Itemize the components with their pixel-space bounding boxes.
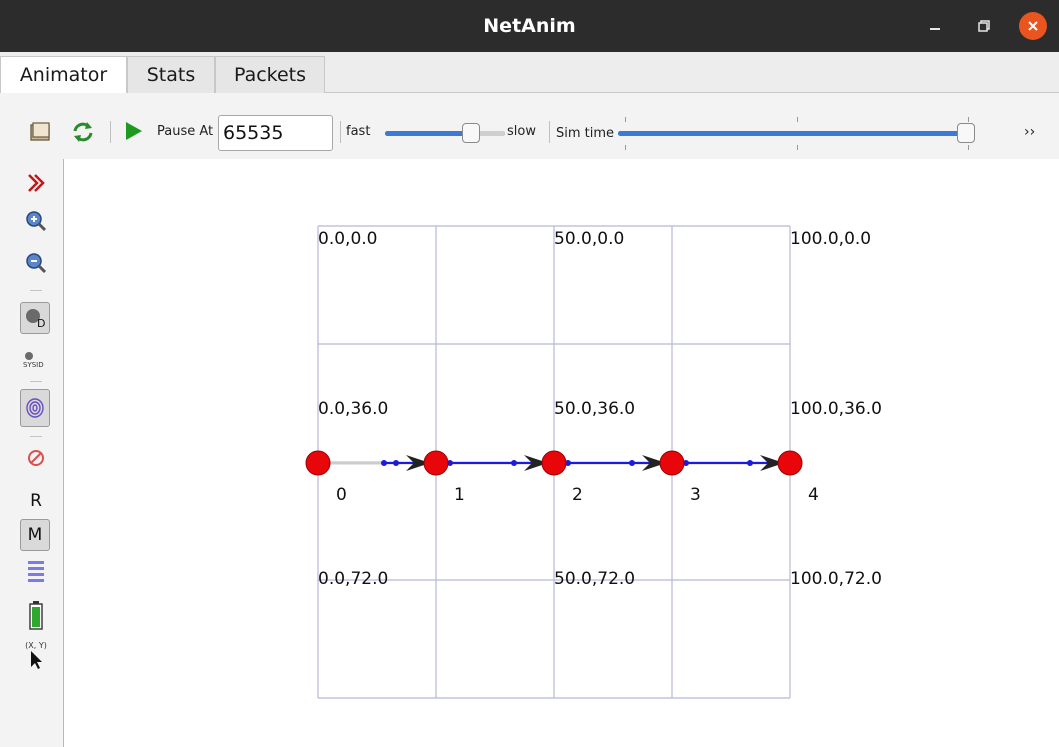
node-label: 2 [572, 485, 583, 505]
double-chevron-right-icon [28, 174, 45, 192]
title-bar: NetAnim [0, 0, 1059, 52]
minimize-icon [930, 28, 940, 30]
fast-label: fast [346, 124, 371, 139]
speed-slider[interactable] [385, 123, 505, 143]
fingerprint-icon [26, 398, 44, 418]
sim-time-slider-fill [618, 131, 973, 136]
battery-button[interactable] [22, 599, 50, 631]
left-toolbar-separator [30, 436, 42, 437]
coordinate-label: 50.0,0.0 [554, 229, 625, 249]
sim-time-tick [797, 117, 798, 122]
sim-time-tick [968, 145, 969, 150]
system-id-icon: SYSID [23, 352, 44, 369]
tab-stats[interactable]: Stats [127, 56, 215, 93]
sim-time-slider-handle[interactable] [957, 123, 975, 143]
pause-at-label: Pause At [157, 124, 214, 139]
sim-time-tick [968, 117, 969, 122]
node-label: 0 [336, 485, 347, 505]
play-icon [126, 122, 142, 140]
zoom-out-button[interactable] [22, 249, 50, 277]
coordinate-label: 0.0,72.0 [318, 569, 389, 589]
reload-button[interactable] [70, 119, 96, 145]
sim-time-tick [625, 117, 626, 122]
window-title: NetAnim [483, 15, 576, 37]
zoom-in-icon [26, 211, 47, 232]
close-icon [1028, 21, 1038, 31]
cursor-icon [31, 650, 42, 669]
zoom-in-button[interactable] [22, 207, 50, 235]
slow-label: slow [507, 124, 536, 139]
node-label: 1 [454, 485, 465, 505]
node-label: 4 [808, 485, 819, 505]
toolbar-separator [110, 121, 111, 143]
animation-canvas[interactable]: 0 1 2 3 4 0.0,0.0 50.0,0.0 100.0,0.0 0.0,36.0 50.… [65, 159, 1059, 747]
sim-time-slider[interactable] [618, 123, 975, 143]
restore-icon [978, 20, 990, 32]
tab-packets[interactable]: Packets [215, 56, 325, 93]
node-label: 3 [690, 485, 701, 505]
coordinate-label: 50.0,36.0 [554, 399, 636, 419]
node-id-icon: D [26, 309, 45, 330]
list-lines-icon [28, 561, 44, 582]
speed-slider-handle[interactable] [462, 123, 481, 143]
left-toolbar-separator [30, 381, 42, 382]
coordinate-label: 50.0,72.0 [554, 569, 636, 589]
battery-icon [29, 601, 43, 630]
show-xy-button[interactable]: (X, Y) [22, 637, 50, 673]
coordinate-label: 100.0,72.0 [790, 569, 882, 589]
show-ip-toggle[interactable] [20, 389, 50, 427]
toolbar-overflow-button[interactable]: ›› [1024, 124, 1035, 140]
sim-time-label: Sim time [556, 126, 615, 141]
speed-slider-fill [385, 131, 472, 136]
tab-bar: Animator Stats Packets [0, 52, 1059, 94]
show-system-id-toggle[interactable]: SYSID [22, 345, 50, 373]
coordinate-label: 0.0,36.0 [318, 399, 389, 419]
refresh-icon [73, 122, 93, 142]
toolbar-separator [340, 121, 341, 143]
routing-table-button[interactable] [22, 559, 50, 587]
sim-time-tick [797, 145, 798, 150]
toolbar-separator [549, 121, 550, 143]
svg-text:D: D [37, 317, 45, 330]
play-button[interactable] [122, 119, 148, 145]
expand-tools-button[interactable] [22, 169, 50, 197]
left-toolbar: D SYSID R M (X, Y) [0, 159, 64, 747]
sim-time-tick [625, 145, 626, 150]
show-node-id-toggle[interactable]: D [20, 302, 50, 334]
zoom-out-icon [26, 253, 47, 274]
coordinate-label: 0.0,0.0 [318, 229, 378, 249]
minimize-button[interactable] [921, 12, 949, 40]
left-toolbar-separator [30, 290, 42, 291]
pause-at-input[interactable]: 65535 [218, 115, 333, 151]
no-entry-icon [28, 450, 44, 466]
maximize-button[interactable] [970, 12, 998, 40]
toolbar: Pause At 65535 fast slow Sim time ›› [0, 93, 1059, 159]
r-button[interactable]: R [22, 487, 50, 515]
canvas-overlay: 0 1 2 3 4 0.0,0.0 50.0,0.0 100.0,0.0 0.0,36.0 50.… [65, 159, 1059, 747]
coordinate-label: 100.0,36.0 [790, 399, 882, 419]
tab-animator[interactable]: Animator [0, 56, 127, 94]
svg-text:SYSID: SYSID [23, 361, 44, 369]
open-file-button[interactable] [28, 119, 54, 145]
close-button[interactable] [1019, 12, 1047, 40]
m-button[interactable]: M [20, 519, 50, 551]
coordinate-label: 100.0,0.0 [790, 229, 872, 249]
disable-button[interactable] [22, 444, 50, 472]
xy-label: (X, Y) [25, 640, 47, 650]
folder-icon [30, 122, 50, 141]
